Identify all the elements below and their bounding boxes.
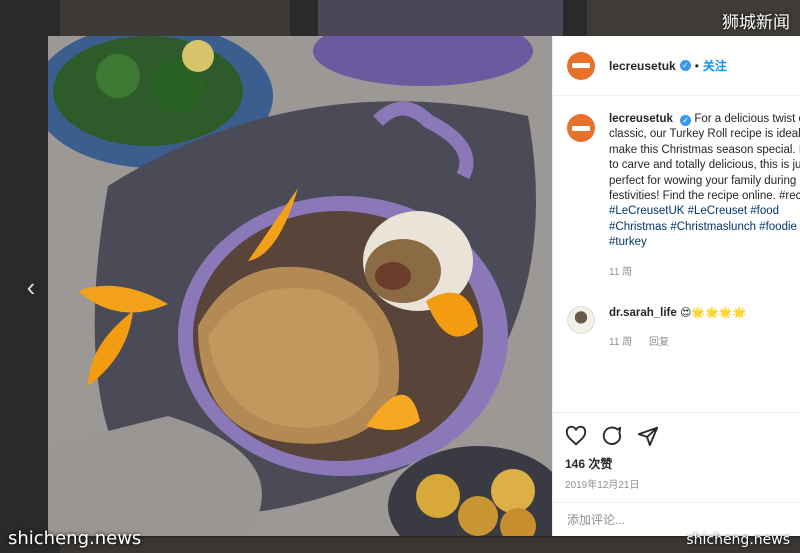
post-details-panel: lecreusetuk ✓ • 关注 lecreusetuk ✓ For a d… — [552, 36, 800, 536]
caption-age: 11 周 — [609, 266, 633, 278]
caption-line: to carve and totally delicious, this is … — [609, 159, 800, 172]
post-actions: 146 次赞 2019年12月21日 — [553, 412, 800, 491]
comment-meta: 11 周 回复 — [609, 333, 800, 348]
previous-post-chevron-icon[interactable]: ‹ — [16, 272, 46, 302]
reply-button[interactable]: 回复 — [649, 337, 669, 348]
caption-text: For a delicious twist on — [694, 113, 800, 125]
user-comment: dr.sarah_life 😍🌟🌟🌟🌟 11 周 回复 — [567, 305, 800, 348]
caption-line: lecreusetuk ✓ For a delicious twist on — [609, 112, 800, 127]
hashtag-line[interactable]: #Christmas #Christmaslunch #foodie — [609, 220, 800, 235]
caption-line: perfect for wowing your family during — [609, 174, 797, 187]
comments-section: lecreusetuk ✓ For a delicious twist on c… — [553, 96, 800, 412]
lecreuset-avatar[interactable] — [567, 51, 595, 80]
comment-line: dr.sarah_life 😍🌟🌟🌟🌟 — [609, 306, 800, 321]
commenter-username[interactable]: dr.sarah_life — [609, 307, 677, 319]
lecreuset-avatar[interactable] — [567, 114, 595, 142]
verified-badge-icon: ✓ — [680, 115, 692, 126]
caption-line: classic, our Turkey Roll recipe is ideal… — [609, 128, 800, 141]
commenter-avatar[interactable] — [567, 305, 595, 334]
add-comment-input[interactable]: 添加评论... — [553, 502, 800, 536]
comment-age: 11 周 — [609, 337, 633, 349]
caption-comment: lecreusetuk ✓ For a delicious twist on c… — [567, 112, 800, 278]
hashtag-line[interactable]: #LeCreusetUK #LeCreuset #food — [609, 204, 800, 219]
comment-icon[interactable] — [601, 425, 623, 447]
separator-dot: • — [694, 58, 699, 73]
heart-icon[interactable] — [565, 425, 587, 447]
watermark-top: 狮城新闻 — [722, 13, 790, 33]
verified-badge-icon: ✓ — [679, 60, 691, 71]
background-thumbnail — [318, 0, 563, 36]
post-photo — [48, 36, 552, 536]
comment-text: 😍🌟🌟🌟🌟 — [679, 306, 747, 319]
background-thumbnail — [60, 0, 290, 36]
watermark-bottom-right: shicheng.news — [686, 532, 790, 548]
hashtag-line[interactable]: #turkey — [609, 235, 800, 250]
post-date: 2019年12月21日 — [565, 480, 640, 491]
follow-button[interactable]: 关注 — [703, 57, 727, 74]
like-count[interactable]: 146 次赞 — [565, 455, 788, 472]
caption-line: festivities! Find the recipe online. #re… — [609, 190, 800, 203]
caption-username[interactable]: lecreusetuk — [609, 113, 673, 125]
share-icon[interactable] — [637, 425, 659, 447]
watermark-bottom-left: shicheng.news — [8, 528, 142, 549]
post-author-username[interactable]: lecreusetuk — [609, 59, 676, 73]
caption-line: make this Christmas season special. E — [609, 143, 800, 156]
turkey-roll-photo — [48, 36, 552, 536]
post-header: lecreusetuk ✓ • 关注 — [553, 36, 800, 96]
